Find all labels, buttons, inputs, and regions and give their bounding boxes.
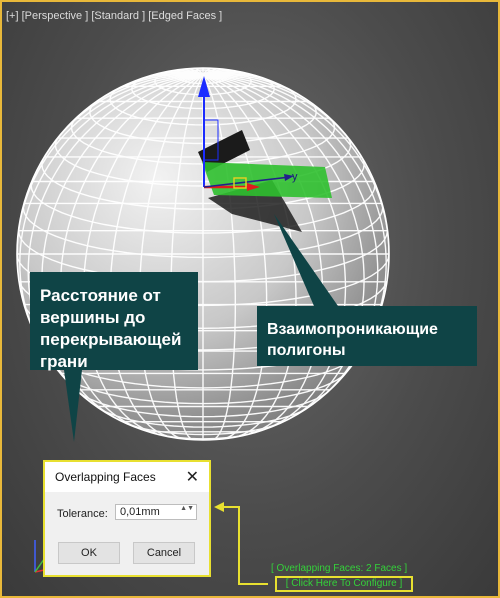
overlapping-faces-status: [ Overlapping Faces: 2 Faces ]: [271, 563, 408, 574]
ok-button[interactable]: OK: [58, 542, 120, 564]
callout-pointer-distance: [64, 370, 82, 442]
gizmo-y-axis-label: y: [292, 171, 298, 183]
spinner-arrows-icon[interactable]: ▲▼: [180, 505, 194, 512]
callout-intersecting-polygons: Взаимопроникающие полигоны: [257, 306, 477, 366]
close-icon[interactable]: ✕: [186, 467, 199, 487]
dialog-titlebar[interactable]: Overlapping Faces ✕: [45, 462, 209, 492]
connector-arrow: [214, 502, 268, 585]
callout-distance-line-1: Расстояние от: [40, 286, 161, 305]
tolerance-label: Tolerance:: [57, 508, 108, 520]
configure-link[interactable]: [ Click Here To Configure ]: [275, 576, 413, 592]
dialog-title: Overlapping Faces: [55, 470, 156, 484]
callout-vertex-distance: Расстояние от вершины до перекрывающей г…: [30, 272, 198, 371]
callout-distance-line-3: перекрывающей: [40, 330, 182, 349]
callout-distance-line-4: грани: [40, 352, 88, 371]
tolerance-spinner-field[interactable]: 0,01mm ▲▼: [115, 504, 197, 520]
cancel-button[interactable]: Cancel: [133, 542, 195, 564]
callout-intersect-line-2: полигоны: [267, 342, 346, 359]
callout-distance-line-2: вершины до: [40, 308, 146, 327]
callout-intersect-line-1: Взаимопроникающие: [267, 321, 438, 338]
overlapping-faces-dialog: Overlapping Faces ✕ Tolerance: 0,01mm ▲▼…: [43, 460, 211, 577]
tolerance-value[interactable]: 0,01mm: [120, 506, 160, 518]
viewport-perspective[interactable]: [+] [Perspective ] [Standard ] [Edged Fa…: [0, 0, 500, 598]
